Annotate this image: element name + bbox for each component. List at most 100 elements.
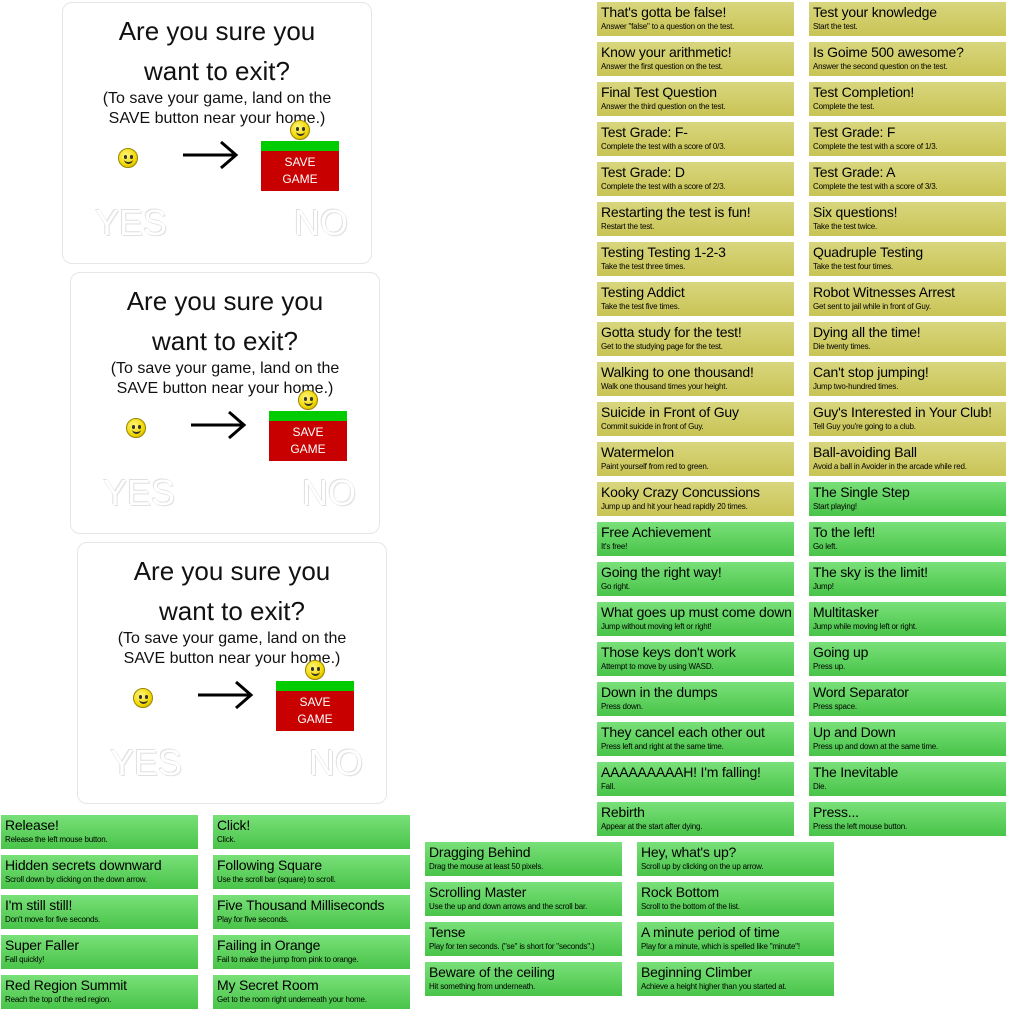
achievement-title: Suicide in Front of Guy: [601, 404, 739, 420]
achievement-col-a-11: Suicide in Front of Guy Commit suicide i…: [597, 402, 794, 436]
no-button[interactable]: NO: [293, 473, 365, 513]
achievement-col-a-6: Restarting the test is fun! Restart the …: [597, 202, 794, 236]
smiley-player-icon: [133, 688, 153, 708]
achievement-col-b-21: Press... Press the left mouse button.: [809, 802, 1006, 836]
yes-button[interactable]: YES: [103, 473, 175, 513]
achievement-col-e-4: Beware of the ceiling Hit something from…: [425, 962, 622, 996]
smiley-on-save-icon: [305, 660, 325, 680]
achievement-title: Multitasker: [813, 604, 879, 620]
achievement-col-a-9: Gotta study for the test! Get to the stu…: [597, 322, 794, 356]
achievement-title: What goes up must come down: [601, 604, 792, 620]
achievement-description: Complete the test with a score of 2/3.: [601, 182, 726, 191]
achievement-col-c-4: Super Faller Fall quickly!: [1, 935, 198, 969]
exit-dialog-3: Are you sure you want to exit? (To save …: [77, 542, 387, 804]
achievement-description: Take the test twice.: [813, 222, 878, 231]
achievement-title: Can't stop jumping!: [813, 364, 929, 380]
achievement-col-f-2: Rock Bottom Scroll to the bottom of the …: [637, 882, 834, 916]
achievement-col-a-12: Watermelon Paint yourself from red to gr…: [597, 442, 794, 476]
achievement-title: Super Faller: [5, 937, 79, 953]
achievement-col-b-10: Can't stop jumping! Jump two-hundred tim…: [809, 362, 1006, 396]
achievement-col-b-9: Dying all the time! Die twenty times.: [809, 322, 1006, 356]
achievement-title: Walking to one thousand!: [601, 364, 754, 380]
achievement-description: Hit something from underneath.: [429, 982, 536, 991]
achievement-description: Scroll to the bottom of the list.: [641, 902, 740, 911]
achievement-description: Fail to make the jump from pink to orang…: [217, 955, 359, 964]
achievement-description: Die.: [813, 782, 827, 791]
achievement-col-a-16: What goes up must come down Jump without…: [597, 602, 794, 636]
dialog-title: Are you sure you want to exit?: [133, 556, 331, 626]
achievement-title: Test Grade: A: [813, 164, 896, 180]
achievement-col-f-1: Hey, what's up? Scroll up by clicking on…: [637, 842, 834, 876]
dialog-subtitle: (To save your game, land on the SAVE but…: [117, 630, 347, 667]
achievement-title: AAAAAAAAAH! I'm falling!: [601, 764, 761, 780]
achievement-title: Test Grade: F-: [601, 124, 688, 140]
achievement-title: Failing in Orange: [217, 937, 321, 953]
achievement-description: Jump up and hit your head rapidly 20 tim…: [601, 502, 748, 511]
achievement-title: A minute period of time: [641, 924, 780, 940]
achievement-title: Hey, what's up?: [641, 844, 737, 860]
dialog-subtitle: (To save your game, land on the SAVE but…: [110, 360, 340, 397]
achievement-description: Start the test.: [813, 22, 858, 31]
achievement-col-d-3: Five Thousand Milliseconds Play for five…: [213, 895, 410, 929]
achievement-title: Testing Addict: [601, 284, 685, 300]
smiley-player-icon: [118, 148, 138, 168]
achievement-description: Play for five seconds.: [217, 915, 289, 924]
achievement-col-a-3: Final Test Question Answer the third que…: [597, 82, 794, 116]
achievement-title: Following Square: [217, 857, 322, 873]
achievement-col-a-5: Test Grade: D Complete the test with a s…: [597, 162, 794, 196]
achievement-description: Play for ten seconds. ("se" is short for…: [429, 942, 595, 951]
achievement-col-a-4: Test Grade: F- Complete the test with a …: [597, 122, 794, 156]
achievement-title: Is Goime 500 awesome?: [813, 44, 964, 60]
achievement-description: Go right.: [601, 582, 630, 591]
smiley-player-icon: [126, 418, 146, 438]
achievement-description: Press down.: [601, 702, 643, 711]
achievement-title: Test Grade: D: [601, 164, 685, 180]
achievement-col-b-17: Going up Press up.: [809, 642, 1006, 676]
yes-button[interactable]: YES: [95, 203, 167, 243]
achievement-col-b-20: The Inevitable Die.: [809, 762, 1006, 796]
achievement-title: Kooky Crazy Concussions: [601, 484, 760, 500]
achievement-col-b-8: Robot Witnesses Arrest Get sent to jail …: [809, 282, 1006, 316]
achievement-col-b-18: Word Separator Press space.: [809, 682, 1006, 716]
achievement-description: Use the up and down arrows and the scrol…: [429, 902, 588, 911]
achievement-title: Tense: [429, 924, 466, 940]
achievement-col-b-13: The Single Step Start playing!: [809, 482, 1006, 516]
achievement-title: Test Grade: F: [813, 124, 896, 140]
smiley-on-save-icon: [290, 120, 310, 140]
achievement-col-d-1: Click! Click.: [213, 815, 410, 849]
achievement-col-a-14: Free Achievement It's free!: [597, 522, 794, 556]
achievement-description: Take the test five times.: [601, 302, 680, 311]
achievement-col-a-7: Testing Testing 1-2-3 Take the test thre…: [597, 242, 794, 276]
achievement-description: Jump without moving left or right!: [601, 622, 712, 631]
arrow-right-icon: [183, 140, 239, 170]
exit-dialog-1: Are you sure you want to exit? (To save …: [62, 2, 372, 264]
achievement-col-e-3: Tense Play for ten seconds. ("se" is sho…: [425, 922, 622, 956]
achievement-description: Scroll down by clicking on the down arro…: [5, 875, 147, 884]
achievement-col-b-12: Ball-avoiding Ball Avoid a ball in Avoid…: [809, 442, 1006, 476]
achievement-col-a-2: Know your arithmetic! Answer the first q…: [597, 42, 794, 76]
achievement-description: Fall quickly!: [5, 955, 45, 964]
achievement-col-a-19: They cancel each other out Press left an…: [597, 722, 794, 756]
achievement-description: Get to the studying page for the test.: [601, 342, 723, 351]
achievement-description: Tell Guy you're going to a club.: [813, 422, 916, 431]
achievement-col-a-17: Those keys don't work Attempt to move by…: [597, 642, 794, 676]
achievement-description: Start playing!: [813, 502, 857, 511]
achievement-col-c-2: Hidden secrets downward Scroll down by c…: [1, 855, 198, 889]
achievement-title: Testing Testing 1-2-3: [601, 244, 726, 260]
no-button[interactable]: NO: [285, 203, 357, 243]
achievement-description: Jump while moving left or right.: [813, 622, 917, 631]
achievement-col-b-2: Is Goime 500 awesome? Answer the second …: [809, 42, 1006, 76]
achievement-title: That's gotta be false!: [601, 4, 727, 20]
yes-button[interactable]: YES: [110, 743, 182, 783]
achievement-description: Go left.: [813, 542, 838, 551]
smiley-on-save-icon: [298, 390, 318, 410]
achievement-description: Jump two-hundred times.: [813, 382, 899, 391]
achievement-col-b-7: Quadruple Testing Take the test four tim…: [809, 242, 1006, 276]
achievement-title: Red Region Summit: [5, 977, 127, 993]
achievement-title: The sky is the limit!: [813, 564, 928, 580]
achievement-description: Press space.: [813, 702, 857, 711]
achievement-title: Those keys don't work: [601, 644, 736, 660]
achievement-col-c-3: I'm still still! Don't move for five sec…: [1, 895, 198, 929]
achievement-description: Complete the test.: [813, 102, 875, 111]
no-button[interactable]: NO: [300, 743, 372, 783]
